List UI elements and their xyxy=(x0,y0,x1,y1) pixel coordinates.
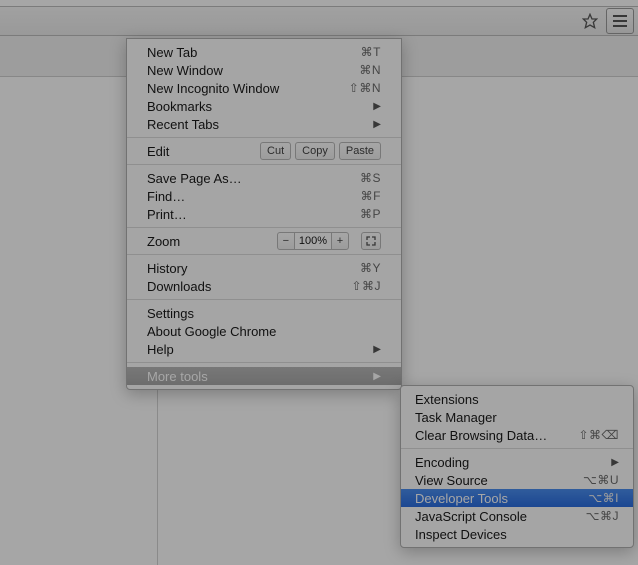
menu-label: Bookmarks xyxy=(147,99,373,114)
submenu-item-clear-data[interactable]: Clear Browsing Data… ⇧⌘⌫ xyxy=(401,426,633,444)
submenu-arrow-icon: ▶ xyxy=(373,344,381,355)
fullscreen-button[interactable] xyxy=(361,232,381,250)
more-tools-submenu: Extensions Task Manager Clear Browsing D… xyxy=(400,385,634,548)
menu-item-zoom: Zoom − 100% + xyxy=(127,232,401,250)
menu-item-find[interactable]: Find… ⌘F xyxy=(127,187,401,205)
menu-label: Settings xyxy=(147,306,381,321)
submenu-arrow-icon: ▶ xyxy=(373,371,381,382)
main-menu-button[interactable] xyxy=(606,8,634,34)
menu-shortcut: ⌘Y xyxy=(360,261,381,275)
zoom-in-button[interactable]: + xyxy=(331,232,349,250)
submenu-arrow-icon: ▶ xyxy=(373,119,381,130)
submenu-item-developer-tools[interactable]: Developer Tools ⌥⌘I xyxy=(401,489,633,507)
menu-shortcut: ⌥⌘J xyxy=(586,509,619,523)
menu-label: Edit xyxy=(147,144,260,159)
menu-label: Task Manager xyxy=(415,410,619,425)
menu-item-new-tab[interactable]: New Tab ⌘T xyxy=(127,43,401,61)
menu-label: JavaScript Console xyxy=(415,509,586,524)
menu-separator xyxy=(127,137,401,138)
menu-item-bookmarks[interactable]: Bookmarks ▶ xyxy=(127,97,401,115)
menu-separator xyxy=(127,299,401,300)
menu-separator xyxy=(127,362,401,363)
menu-item-downloads[interactable]: Downloads ⇧⌘J xyxy=(127,277,401,295)
menu-label: About Google Chrome xyxy=(147,324,381,339)
menu-shortcut: ⇧⌘N xyxy=(349,81,381,95)
main-menu: New Tab ⌘T New Window ⌘N New Incognito W… xyxy=(126,38,402,390)
menu-shortcut: ⇧⌘J xyxy=(351,279,381,293)
menu-label: Extensions xyxy=(415,392,619,407)
submenu-item-inspect-devices[interactable]: Inspect Devices xyxy=(401,525,633,543)
paste-button[interactable]: Paste xyxy=(339,142,381,160)
menu-item-about[interactable]: About Google Chrome xyxy=(127,322,401,340)
menu-label: Developer Tools xyxy=(415,491,588,506)
menu-item-edit: Edit Cut Copy Paste xyxy=(127,142,401,160)
menu-separator xyxy=(127,254,401,255)
menu-item-history[interactable]: History ⌘Y xyxy=(127,259,401,277)
menu-label: View Source xyxy=(415,473,583,488)
submenu-item-js-console[interactable]: JavaScript Console ⌥⌘J xyxy=(401,507,633,525)
browser-toolbar xyxy=(0,6,638,36)
menu-shortcut: ⌘S xyxy=(360,171,381,185)
zoom-out-button[interactable]: − xyxy=(277,232,295,250)
menu-label: Inspect Devices xyxy=(415,527,619,542)
menu-label: New Tab xyxy=(147,45,361,60)
menu-label: New Incognito Window xyxy=(147,81,349,96)
menu-separator xyxy=(127,227,401,228)
menu-item-new-incognito[interactable]: New Incognito Window ⇧⌘N xyxy=(127,79,401,97)
submenu-arrow-icon: ▶ xyxy=(373,101,381,112)
menu-shortcut: ⇧⌘⌫ xyxy=(578,428,619,442)
bookmark-star-icon[interactable] xyxy=(580,11,600,31)
menu-label: Help xyxy=(147,342,373,357)
menu-separator xyxy=(127,164,401,165)
menu-label: Downloads xyxy=(147,279,351,294)
menu-label: Print… xyxy=(147,207,360,222)
menu-label: Save Page As… xyxy=(147,171,360,186)
submenu-arrow-icon: ▶ xyxy=(611,457,619,468)
zoom-value: 100% xyxy=(295,232,331,250)
menu-shortcut: ⌘N xyxy=(359,63,381,77)
submenu-item-encoding[interactable]: Encoding ▶ xyxy=(401,453,633,471)
menu-label: History xyxy=(147,261,360,276)
submenu-item-extensions[interactable]: Extensions xyxy=(401,390,633,408)
submenu-item-task-manager[interactable]: Task Manager xyxy=(401,408,633,426)
menu-label: Recent Tabs xyxy=(147,117,373,132)
submenu-item-view-source[interactable]: View Source ⌥⌘U xyxy=(401,471,633,489)
menu-shortcut: ⌘P xyxy=(360,207,381,221)
menu-item-save-as[interactable]: Save Page As… ⌘S xyxy=(127,169,401,187)
menu-shortcut: ⌘F xyxy=(361,189,381,203)
menu-shortcut: ⌥⌘U xyxy=(583,473,619,487)
menu-label: Find… xyxy=(147,189,361,204)
menu-item-recent-tabs[interactable]: Recent Tabs ▶ xyxy=(127,115,401,133)
menu-label: More tools xyxy=(147,369,373,384)
menu-item-new-window[interactable]: New Window ⌘N xyxy=(127,61,401,79)
menu-separator xyxy=(401,448,633,449)
cut-button[interactable]: Cut xyxy=(260,142,291,160)
menu-item-settings[interactable]: Settings xyxy=(127,304,401,322)
menu-item-more-tools[interactable]: More tools ▶ xyxy=(127,367,401,385)
menu-shortcut: ⌘T xyxy=(361,45,381,59)
menu-label: New Window xyxy=(147,63,359,78)
menu-label: Zoom xyxy=(147,234,277,249)
menu-label: Clear Browsing Data… xyxy=(415,428,578,443)
menu-shortcut: ⌥⌘I xyxy=(588,491,619,505)
menu-item-help[interactable]: Help ▶ xyxy=(127,340,401,358)
menu-item-print[interactable]: Print… ⌘P xyxy=(127,205,401,223)
menu-label: Encoding xyxy=(415,455,611,470)
copy-button[interactable]: Copy xyxy=(295,142,335,160)
